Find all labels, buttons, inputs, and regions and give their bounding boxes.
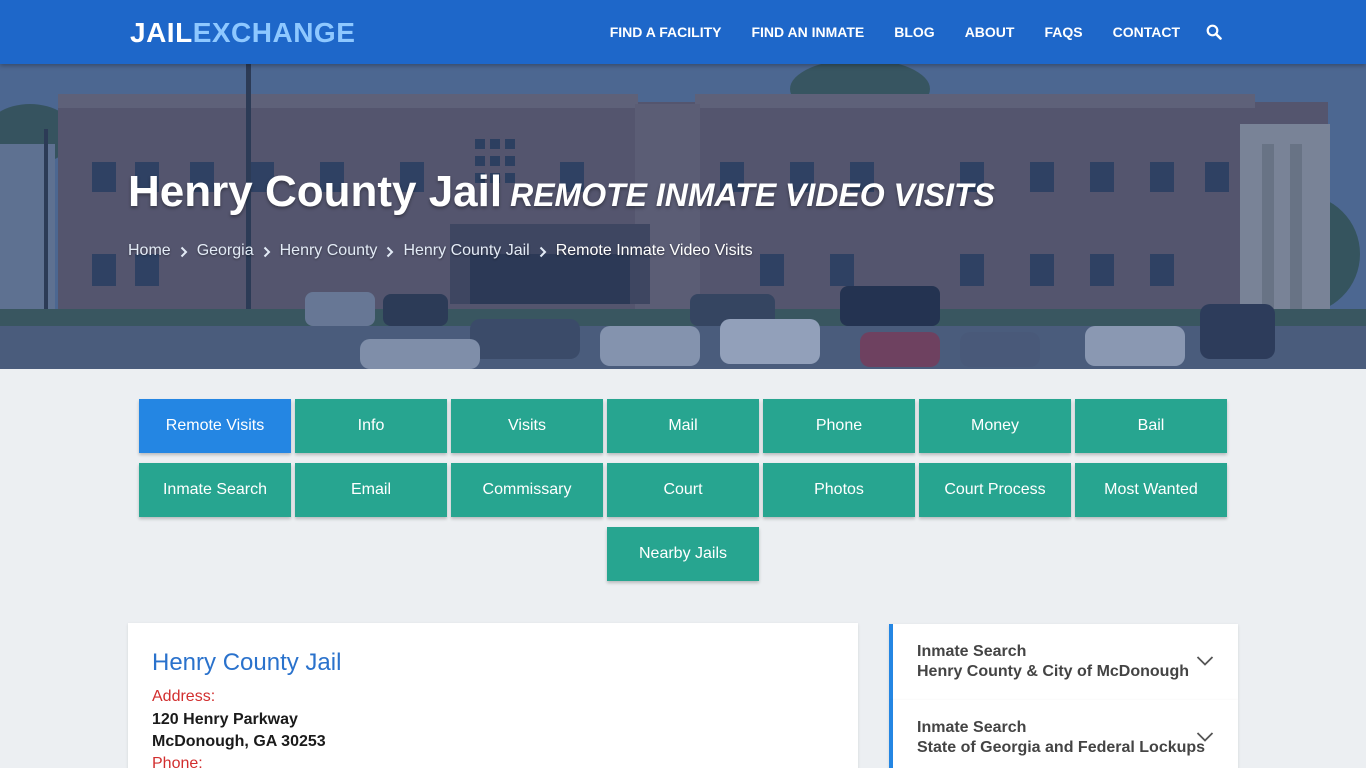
sidebar-item-title: Inmate Search: [917, 643, 1027, 660]
breadcrumb-current: Remote Inmate Video Visits: [555, 242, 753, 259]
btn-court-process[interactable]: Court Process: [919, 463, 1071, 517]
btn-commissary[interactable]: Commissary: [451, 463, 603, 517]
breadcrumb-henry-county[interactable]: Henry County: [280, 242, 378, 260]
btn-nearby-jails[interactable]: Nearby Jails: [607, 527, 759, 581]
nav-blog[interactable]: BLOG: [894, 24, 934, 40]
btn-most-wanted[interactable]: Most Wanted: [1075, 463, 1227, 517]
nav-find-facility[interactable]: FIND A FACILITY: [610, 24, 722, 40]
nav-faqs[interactable]: FAQs: [1044, 24, 1082, 40]
btn-email[interactable]: Email: [295, 463, 447, 517]
facility-name: Henry County Jail: [152, 649, 342, 676]
sidebar-inmate-search-county[interactable]: Inmate Search Henry County & City of McD…: [889, 624, 1238, 700]
facility-info-card: Henry County Jail Address: 120 Henry Par…: [128, 623, 858, 768]
page-title: Henry County Jail REMOTE INMATE VIDEO VIS…: [128, 167, 995, 217]
chevron-right-icon: [263, 245, 271, 258]
sidebar-item-subtitle: State of Georgia and Federal Lockups: [917, 739, 1206, 756]
breadcrumb: Home Georgia Henry County Henry County J…: [128, 242, 753, 260]
breadcrumb-home[interactable]: Home: [128, 242, 171, 260]
sidebar-item-title: Inmate Search: [917, 719, 1027, 736]
nav-about[interactable]: ABOUT: [965, 24, 1015, 40]
page-title-main: Henry County Jail: [128, 167, 503, 216]
btn-bail[interactable]: Bail: [1075, 399, 1227, 453]
btn-visits[interactable]: Visits: [451, 399, 603, 453]
btn-info[interactable]: Info: [295, 399, 447, 453]
btn-mail[interactable]: Mail: [607, 399, 759, 453]
sidebar-inmate-search-state[interactable]: Inmate Search State of Georgia and Feder…: [889, 700, 1238, 768]
nav-find-inmate[interactable]: FIND AN INMATE: [751, 24, 864, 40]
nav-contact[interactable]: CONTACT: [1113, 24, 1180, 40]
chevron-right-icon: [386, 245, 394, 258]
logo-jail-text: JAIL: [130, 17, 193, 48]
page-title-sub: REMOTE INMATE VIDEO VISITS: [510, 177, 995, 213]
chevron-right-icon: [180, 245, 188, 258]
phone-label: Phone:: [152, 755, 203, 768]
search-icon[interactable]: [1206, 24, 1222, 40]
btn-remote-visits[interactable]: Remote Visits: [139, 399, 291, 453]
main-nav: FIND A FACILITY FIND AN INMATE BLOG ABOU…: [580, 0, 1366, 64]
address-line-1: 120 Henry Parkway: [152, 711, 298, 728]
address-label: Address:: [152, 688, 216, 705]
btn-inmate-search[interactable]: Inmate Search: [139, 463, 291, 517]
breadcrumb-henry-county-jail[interactable]: Henry County Jail: [403, 242, 529, 260]
logo-exchange-text: EXCHANGE: [192, 17, 356, 48]
btn-money[interactable]: Money: [919, 399, 1071, 453]
breadcrumb-georgia[interactable]: Georgia: [197, 242, 254, 260]
btn-photos[interactable]: Photos: [763, 463, 915, 517]
address-line-2: McDonough, GA 30253: [152, 733, 326, 750]
chevron-down-icon[interactable]: [1196, 730, 1214, 742]
chevron-down-icon[interactable]: [1196, 654, 1214, 666]
hero-banner: Henry County Jail REMOTE INMATE VIDEO VIS…: [0, 64, 1366, 369]
sidebar-item-subtitle: Henry County & City of McDonough: [917, 663, 1189, 680]
btn-phone[interactable]: Phone: [763, 399, 915, 453]
site-logo[interactable]: JAILEXCHANGE: [130, 17, 355, 49]
top-navbar: JAILEXCHANGE FIND A FACILITY FIND AN INM…: [0, 0, 1366, 64]
btn-court[interactable]: Court: [607, 463, 759, 517]
chevron-right-icon: [539, 245, 547, 258]
